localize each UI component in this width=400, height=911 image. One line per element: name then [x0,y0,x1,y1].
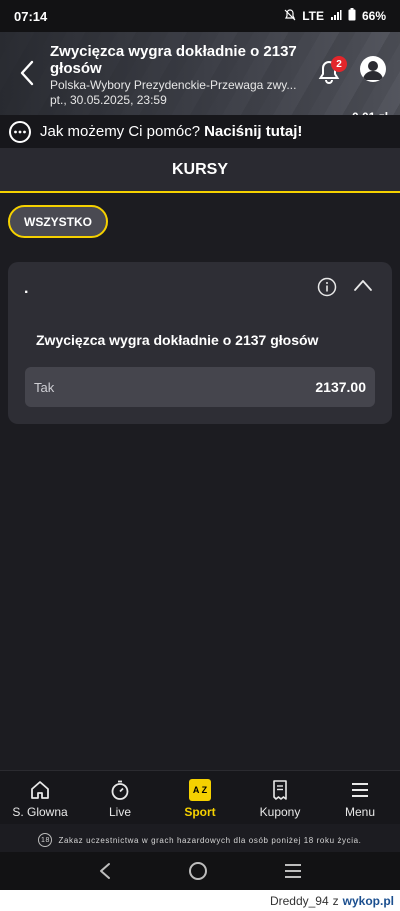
outcome-odds: 2137.00 [315,379,366,395]
network-type: LTE [302,9,324,23]
az-icon: A Z [189,779,211,801]
status-time: 07:14 [14,8,48,24]
market-name: Zwycięzca wygra dokładnie o 2137 głosów [36,332,319,348]
nav-live[interactable]: Live [80,771,160,824]
market-card: . Zwycięzca wygra dokładnie o 2137 głosó… [8,262,392,424]
home-icon [31,781,49,799]
chevron-up-icon [354,280,372,291]
event-header: Zwycięzca wygra dokładnie o 2137 głosów … [0,32,400,124]
battery-level: 66% [361,9,386,23]
receipt-icon [273,780,287,800]
battery-icon [348,8,356,24]
watermark-user: Dreddy_94 [269,893,329,908]
age-18-icon: 18 [38,833,53,847]
nav-label: Kupony [259,805,301,819]
status-bar: 07:14 LTE 66% [0,0,400,32]
back-button[interactable] [14,58,40,88]
age-disclaimer: 18 Zakaz uczestnictwa w grach hazardowyc… [0,828,400,852]
filter-chip-all[interactable]: WSZYSTKO [8,205,108,238]
system-navigation [0,852,400,890]
system-back-icon[interactable] [97,862,113,880]
watermark-sep: z [332,893,339,908]
section-title-kursy: KURSY [0,149,400,193]
notification-badge: 2 [331,56,347,72]
chat-icon [9,120,31,143]
nav-label: Menu [344,805,376,819]
collapse-button[interactable] [353,278,373,296]
event-title: Zwycięzca wygra dokładnie o 2137 głosów [50,43,297,77]
help-banner[interactable]: Jak możemy Ci pomóc? Naciśnij tutaj! [0,115,400,149]
nav-sport[interactable]: A Z Sport [160,771,240,824]
disclaimer-text: Zakaz uczestnictwa w grach hazardowych d… [58,835,362,845]
signal-icon [330,9,342,24]
event-date: pt., 30.05.2025, 23:59 [50,93,167,107]
nav-kupony[interactable]: Kupony [240,771,320,824]
outcome-label: Tak [34,379,55,395]
nav-label: Live [108,805,131,819]
help-action-link[interactable]: Naciśnij tutaj! [204,123,302,140]
system-home-icon[interactable] [188,861,208,881]
avatar[interactable] [360,56,386,82]
help-question: Jak możemy Ci pomóc? [40,123,201,140]
event-breadcrumb: Polska-Wybory Prezydenckie-Przewaga zwy.… [50,78,297,92]
chevron-left-icon [20,60,34,86]
stopwatch-icon [111,780,129,800]
mute-icon [284,8,296,24]
watermark-site: wykop.pl [342,893,394,908]
odds-button[interactable]: Tak 2137.00 [25,367,375,407]
system-recents-icon[interactable] [283,862,303,880]
bottom-navigation: S. Glowna Live A Z Sport Kupony Menu [0,770,400,824]
nav-home[interactable]: S. Glowna [0,771,80,824]
info-icon [317,277,337,297]
nav-label: Sport [184,805,216,819]
nav-label: S. Glowna [12,805,68,819]
market-group-label: . [24,280,29,297]
nav-menu[interactable]: Menu [320,771,400,824]
user-icon [363,61,383,80]
info-button[interactable] [317,277,337,297]
hamburger-icon [352,783,368,797]
watermark: Dreddy_94 z wykop.pl [0,890,400,911]
